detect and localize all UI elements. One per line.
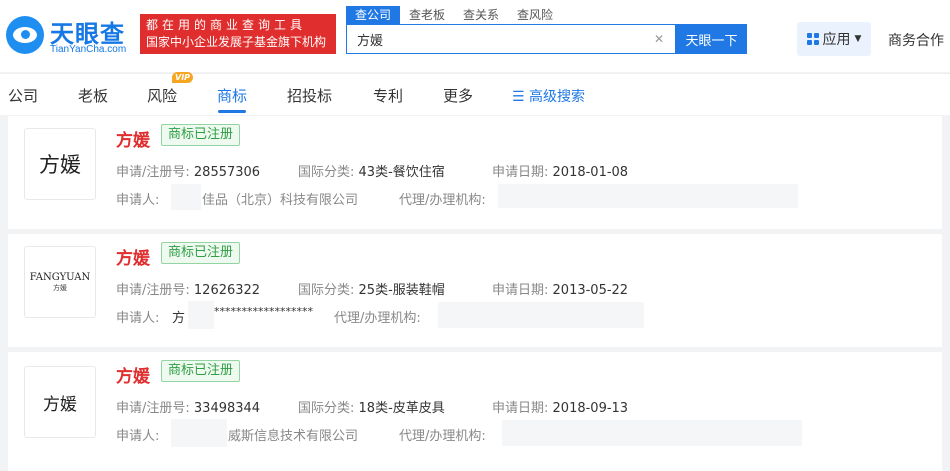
date-row: 申请日期: 2013-05-22 [492,279,628,298]
search-tab-company[interactable]: 查公司 [346,6,401,24]
date-label: 申请日期: [492,401,549,416]
nav-tab-company[interactable]: 公司 [8,85,38,106]
agent-label: 代理/办理机构: [399,429,486,444]
class-label: 国际分类: [298,165,355,180]
caret-down-icon: ▼ [854,34,862,44]
class-label: 国际分类: [298,401,355,416]
advanced-search-label: 高级搜索 [529,89,586,105]
class-value: 25类-服装鞋帽 [358,283,445,298]
nav-tab-trademark[interactable]: 商标 [217,85,247,106]
nav-tab-more[interactable]: 更多 [443,85,473,106]
redacted-block [438,302,644,328]
trademark-image[interactable]: 方媛 [24,128,96,200]
grid-icon [806,33,819,45]
trademark-result-card[interactable]: 方媛 方媛 商标已注册 申请/注册号: 33498344 国际分类: 18类-皮… [8,352,942,471]
reg-number-row: 申请/注册号: 12626322 [116,279,260,298]
category-nav: 公司 老板 风险 VIP 商标 招投标 专利 更多 ☰ 高级搜索 [0,72,950,115]
trademark-image[interactable]: FANGYUAN 方媛 [24,246,96,318]
reg-number-row: 申请/注册号: 28557306 [116,161,260,180]
applicant-label: 申请人: [116,311,160,326]
date-label: 申请日期: [492,165,549,180]
reg-number-value: 28557306 [193,165,261,180]
advanced-search-link[interactable]: ☰ 高级搜索 [512,86,585,106]
class-value: 18类-皮革皮具 [358,401,445,416]
class-label: 国际分类: [298,283,355,298]
eye-logo-icon [6,16,44,54]
trademark-image-text: 方媛 [39,153,81,177]
nav-tab-bidding[interactable]: 招投标 [287,85,332,106]
trademark-image-text: 方媛 [43,394,77,415]
status-badge: 商标已注册 [161,242,241,264]
status-badge: 商标已注册 [161,124,241,146]
applicant-label: 申请人: [116,193,160,208]
search-box: ✕ [346,24,676,54]
class-row: 国际分类: 43类-餐饮住宿 [298,161,445,180]
top-header: 天眼查 TianYanCha.com 都在用的商业查询工具 国家中小企业发展子基… [0,0,950,72]
date-label: 申请日期: [492,283,549,298]
search-type-tabs: 查公司 查老板 查关系 查风险 [346,6,562,24]
trademark-result-card[interactable]: FANGYUAN 方媛 方媛 商标已注册 申请/注册号: 12626322 国际… [8,234,942,347]
apps-label: 应用 [822,32,851,48]
nav-tab-patent[interactable]: 专利 [373,85,403,106]
trademark-image-text: FANGYUAN [29,271,91,283]
vip-badge: VIP [172,72,194,83]
site-logo[interactable]: 天眼查 TianYanCha.com [6,12,134,56]
reg-number-row: 申请/注册号: 33498344 [116,397,260,416]
applicant-name: 方 [172,311,186,326]
applicant-masked: ****************** [214,305,313,318]
date-value: 2018-01-08 [552,165,629,180]
status-badge: 商标已注册 [161,360,241,382]
search-input[interactable] [347,25,647,53]
agent-label: 代理/办理机构: [334,311,421,326]
active-tab-indicator [218,110,246,113]
clear-icon[interactable]: ✕ [653,33,665,45]
search-tab-relation[interactable]: 查关系 [454,6,508,24]
nav-tab-risk[interactable]: 风险 [147,85,177,106]
logo-subtext: TianYanCha.com [50,44,127,55]
date-value: 2013-05-22 [552,283,629,298]
promo-banner[interactable]: 都在用的商业查询工具 国家中小企业发展子基金旗下机构 [140,14,336,54]
redacted-block [498,184,798,208]
applicant-link[interactable]: 佳品（北京）科技有限公司 [202,189,358,208]
filter-search-icon: ☰ [512,89,525,105]
search-tab-risk[interactable]: 查风险 [508,6,562,24]
trademark-image-subtext: 方媛 [53,283,67,292]
reg-number-label: 申请/注册号: [116,401,190,416]
trademark-name[interactable]: 方媛 [116,244,150,269]
reg-number-label: 申请/注册号: [116,165,190,180]
redacted-block [171,184,201,210]
class-value: 43类-餐饮住宿 [358,165,445,180]
redacted-block [171,419,227,447]
trademark-result-card[interactable]: 方媛 方媛 商标已注册 申请/注册号: 28557306 国际分类: 43类-餐… [8,116,942,229]
trademark-image[interactable]: 方媛 [24,366,96,438]
applicant-link[interactable]: 威斯信息技术有限公司 [228,425,358,444]
class-row: 国际分类: 18类-皮革皮具 [298,397,445,416]
apps-button[interactable]: 应用 ▼ [797,22,871,56]
agent-label: 代理/办理机构: [399,193,486,208]
reg-number-label: 申请/注册号: [116,283,190,298]
search-button[interactable]: 天眼一下 [676,24,747,54]
reg-number-value: 12626322 [193,283,261,298]
nav-tab-boss[interactable]: 老板 [78,85,108,106]
redacted-block [188,301,214,329]
date-value: 2018-09-13 [552,401,629,416]
date-row: 申请日期: 2018-09-13 [492,397,628,416]
trademark-name[interactable]: 方媛 [116,362,150,387]
reg-number-value: 33498344 [193,401,261,416]
applicant-label: 申请人: [116,429,160,444]
class-row: 国际分类: 25类-服装鞋帽 [298,279,445,298]
search-tab-boss[interactable]: 查老板 [400,6,454,24]
date-row: 申请日期: 2018-01-08 [492,161,628,180]
banner-line-1: 都在用的商业查询工具 [146,18,307,32]
redacted-block [502,420,802,446]
banner-line-2: 国家中小企业发展子基金旗下机构 [146,35,327,49]
business-cooperation-link[interactable]: 商务合作 [888,30,944,50]
trademark-name[interactable]: 方媛 [116,126,150,151]
